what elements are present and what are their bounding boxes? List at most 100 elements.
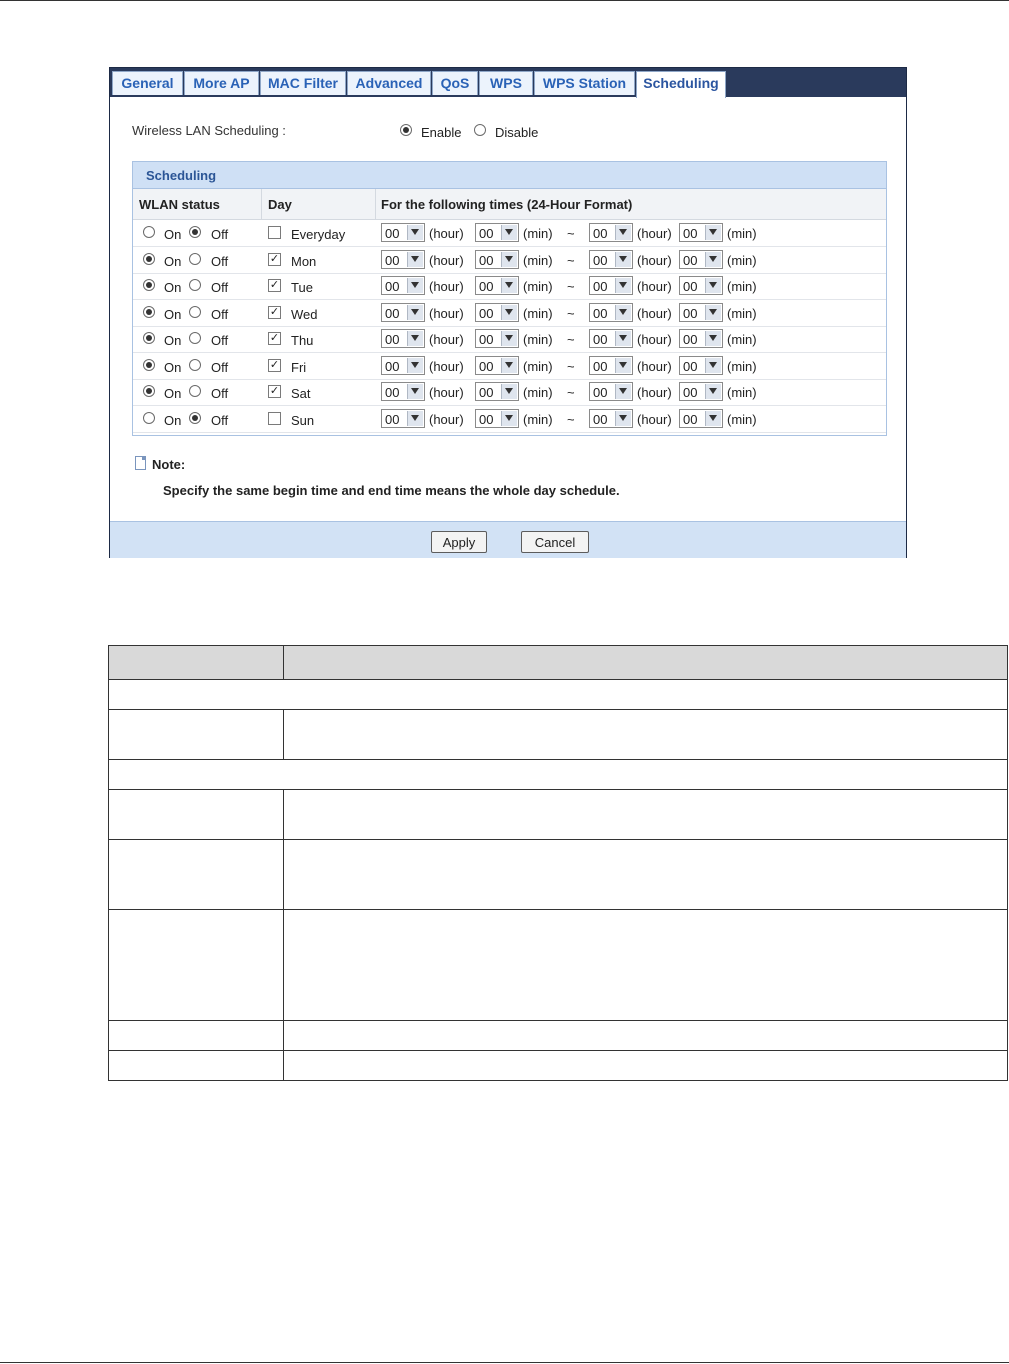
tab-mac-filter[interactable]: MAC Filter <box>260 71 346 95</box>
status-off-radio[interactable] <box>189 252 201 265</box>
table-row <box>108 759 1008 790</box>
end-min-select[interactable]: 00 <box>679 223 723 242</box>
status-off-radio[interactable] <box>189 358 201 371</box>
status-off-radio[interactable] <box>189 385 201 397</box>
start-hour-select[interactable]: 00 <box>381 302 425 322</box>
tab-more-ap[interactable]: More AP <box>184 71 259 95</box>
start-min-select[interactable]: 00 <box>475 276 519 295</box>
start-hour-select[interactable]: 00 <box>381 276 425 295</box>
min-unit: (min) <box>523 411 553 427</box>
day-checkbox[interactable] <box>268 226 281 239</box>
end-hour-value: 00 <box>593 411 608 427</box>
end-hour-value: 00 <box>593 385 608 400</box>
status-on-radio[interactable] <box>143 385 155 397</box>
tab-wps[interactable]: WPS <box>479 71 533 95</box>
tab-qos[interactable]: QoS <box>432 71 478 95</box>
status-off-radio[interactable] <box>189 332 201 344</box>
end-min-select[interactable]: 00 <box>679 276 723 295</box>
day-header: Day <box>268 197 292 212</box>
status-on-radio[interactable] <box>143 411 155 424</box>
disable-radio[interactable] <box>474 124 486 136</box>
tab-general[interactable]: General <box>112 71 183 95</box>
hour-unit: (hour) <box>637 332 672 347</box>
day-checkbox[interactable]: ✓ <box>268 358 281 372</box>
day-checkbox[interactable]: ✓ <box>268 305 281 319</box>
end-min-value: 00 <box>683 411 698 427</box>
table-row <box>283 839 1008 910</box>
start-min-select[interactable]: 00 <box>475 355 519 375</box>
start-min-select[interactable]: 00 <box>475 249 519 269</box>
min-unit: (min) <box>523 305 553 321</box>
start-min-select[interactable]: 00 <box>475 382 519 401</box>
on-label: On <box>164 306 182 322</box>
start-hour-select[interactable]: 00 <box>381 382 425 401</box>
status-on-radio[interactable] <box>143 305 155 318</box>
chevron-down-icon <box>407 225 423 240</box>
end-hour-value: 00 <box>593 332 608 347</box>
header-divider <box>261 189 262 219</box>
chevron-down-icon <box>705 225 721 240</box>
status-off-radio[interactable] <box>189 279 201 291</box>
end-hour-select[interactable]: 00 <box>589 223 633 242</box>
end-hour-select[interactable]: 00 <box>589 302 633 322</box>
status-on-radio[interactable] <box>143 332 155 344</box>
start-min-select[interactable]: 00 <box>475 408 519 428</box>
day-checkbox[interactable]: ✓ <box>268 332 281 345</box>
enable-radio[interactable] <box>400 124 412 136</box>
chevron-down-icon <box>705 410 721 426</box>
day-label: Fri <box>291 359 307 375</box>
day-checkbox[interactable] <box>268 411 281 425</box>
scheduling-section-title: Scheduling <box>146 168 217 183</box>
start-min-select[interactable]: 00 <box>475 302 519 322</box>
end-hour-select[interactable]: 00 <box>589 276 633 295</box>
day-checkbox[interactable]: ✓ <box>268 279 281 292</box>
start-hour-select[interactable]: 00 <box>381 408 425 428</box>
off-label: Off <box>211 386 229 401</box>
tab-scheduling[interactable]: Scheduling <box>636 71 726 98</box>
enable-label: Enable <box>421 125 462 140</box>
cancel-button[interactable]: Cancel <box>521 531 589 553</box>
end-min-select[interactable]: 00 <box>679 302 723 322</box>
end-min-select[interactable]: 00 <box>679 382 723 401</box>
start-hour-select[interactable]: 00 <box>381 249 425 269</box>
chevron-down-icon <box>705 304 721 320</box>
start-min-select[interactable]: 00 <box>475 223 519 242</box>
status-on-radio[interactable] <box>143 252 155 265</box>
status-off-radio[interactable] <box>189 411 201 424</box>
end-min-select[interactable]: 00 <box>679 329 723 348</box>
status-on-radio[interactable] <box>143 226 155 238</box>
end-hour-select[interactable]: 00 <box>589 408 633 428</box>
day-checkbox[interactable]: ✓ <box>268 252 281 266</box>
end-hour-select[interactable]: 00 <box>589 355 633 375</box>
start-hour-select[interactable]: 00 <box>381 329 425 348</box>
start-min-select[interactable]: 00 <box>475 329 519 348</box>
scheduling-section: Scheduling WLAN status Day For the follo… <box>132 161 887 436</box>
end-min-select[interactable]: 00 <box>679 249 723 269</box>
status-on-radio[interactable] <box>143 279 155 291</box>
tab-wps-station[interactable]: WPS Station <box>534 71 635 95</box>
end-hour-select[interactable]: 00 <box>589 249 633 269</box>
day-checkbox[interactable]: ✓ <box>268 385 281 398</box>
status-off-radio[interactable] <box>189 226 201 238</box>
status-off-radio[interactable] <box>189 305 201 318</box>
status-on-radio[interactable] <box>143 358 155 371</box>
apply-button[interactable]: Apply <box>431 531 487 553</box>
range-tilde: ~ <box>567 385 575 400</box>
end-min-select[interactable]: 00 <box>679 355 723 375</box>
day-label: Sun <box>291 412 315 428</box>
range-tilde: ~ <box>567 252 575 268</box>
end-hour-select[interactable]: 00 <box>589 329 633 348</box>
tab-advanced[interactable]: Advanced <box>347 71 431 95</box>
schedule-row-thu: On Off ✓ Thu 00 (hour) 00 (min) ~00 (hour) 00 (min) <box>133 326 886 353</box>
range-tilde: ~ <box>567 279 575 294</box>
chevron-down-icon <box>501 331 517 346</box>
end-min-select[interactable]: 00 <box>679 408 723 428</box>
start-hour-select[interactable]: 00 <box>381 355 425 375</box>
end-min-value: 00 <box>683 385 698 400</box>
end-hour-select[interactable]: 00 <box>589 382 633 401</box>
start-hour-select[interactable]: 00 <box>381 223 425 242</box>
hour-unit: (hour) <box>637 358 672 374</box>
chevron-down-icon <box>407 357 423 373</box>
schedule-row-everyday: On Off Everyday 00 (hour) 00 (min) ~00 (hour) 00 (… <box>133 220 886 247</box>
table-row <box>283 789 1008 840</box>
